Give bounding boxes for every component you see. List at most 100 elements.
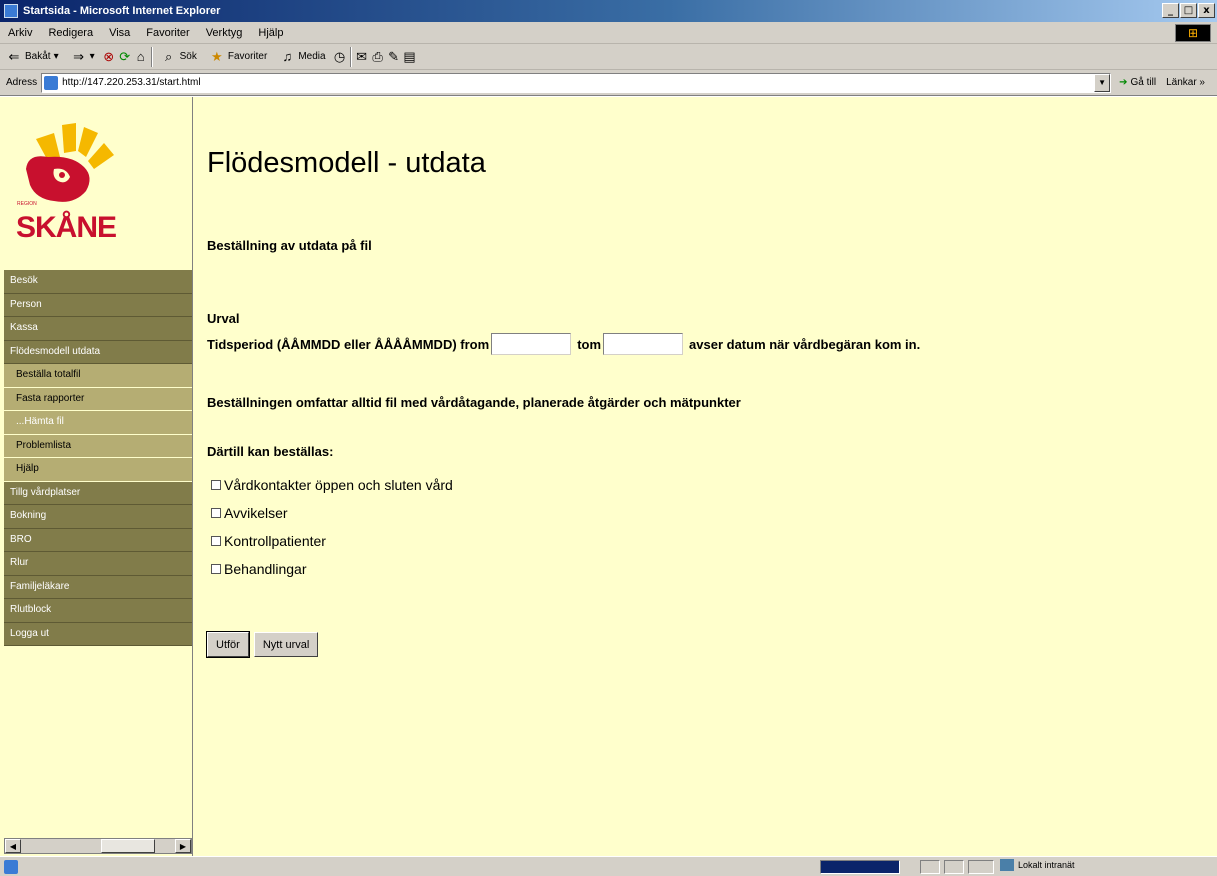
- scroll-thumb[interactable]: [101, 839, 155, 853]
- new-selection-button[interactable]: Nytt urval: [253, 632, 319, 657]
- ie-icon: [4, 4, 18, 18]
- back-label: Bakåt: [25, 51, 51, 62]
- window-title: Startsida - Microsoft Internet Explorer: [23, 5, 221, 17]
- nav-subitem-problemlista[interactable]: Problemlista: [4, 434, 192, 458]
- menu-item-arkiv[interactable]: Arkiv: [0, 27, 40, 39]
- option-avvikelser[interactable]: Avvikelser: [211, 499, 453, 527]
- nav-item-flodesmodell-utdata[interactable]: Flödesmodell utdata: [4, 340, 192, 364]
- nav-subitem-hjalp[interactable]: Hjälp: [4, 458, 192, 482]
- option-label: Avvikelser: [224, 505, 288, 521]
- favorites-button[interactable]: ★ Favoriter: [203, 49, 273, 65]
- home-icon[interactable]: ⌂: [133, 49, 149, 65]
- nav-item-rlur[interactable]: Rlur: [4, 552, 192, 576]
- tom-date-input[interactable]: [603, 333, 684, 355]
- security-zone: Lokalt intranät: [1000, 859, 1075, 871]
- edit-icon[interactable]: ✎: [386, 49, 402, 65]
- history-icon[interactable]: ◷: [332, 49, 348, 65]
- status-bar: Lokalt intranät: [0, 856, 1217, 876]
- go-button[interactable]: ➔ Gå till: [1111, 77, 1156, 88]
- additional-options-heading: Därtill kan beställas:: [207, 444, 334, 459]
- nav-item-bro[interactable]: BRO: [4, 528, 192, 552]
- refresh-icon[interactable]: ⟳: [117, 49, 133, 65]
- left-frame-horizontal-scrollbar[interactable]: ◀ ▶: [4, 838, 192, 854]
- nav-item-familjelakare[interactable]: Familjeläkare: [4, 575, 192, 599]
- additional-options-list: Vårdkontakter öppen och sluten vård Avvi…: [211, 471, 453, 583]
- back-arrow-icon: ⇐: [8, 48, 20, 64]
- forward-arrow-icon: ⇒: [73, 48, 85, 64]
- address-field[interactable]: http://147.220.253.31/start.html ▼: [41, 72, 1112, 93]
- nav-subitem-fasta-rapporter[interactable]: Fasta rapporter: [4, 387, 192, 411]
- nav-subitem-bestalla-totalfil[interactable]: Beställa totalfil: [4, 364, 192, 388]
- nav-item-logga-ut[interactable]: Logga ut: [4, 622, 192, 646]
- from-date-input[interactable]: [491, 333, 572, 355]
- tidsperiod-format: (ÅÅMMDD eller ÅÅÅÅMMDD): [276, 336, 457, 352]
- option-vardkontakter[interactable]: Vårdkontakter öppen och sluten vård: [211, 471, 453, 499]
- from-label: from: [460, 336, 490, 352]
- option-label: Behandlingar: [224, 561, 307, 577]
- progress-bar: [820, 860, 900, 874]
- nav-item-person[interactable]: Person: [4, 293, 192, 317]
- submit-button[interactable]: Utför: [206, 631, 250, 658]
- window-controls: _ □ x: [1162, 3, 1215, 18]
- print-icon[interactable]: ⎙: [370, 49, 386, 65]
- page-subtitle: Beställning av utdata på fil: [207, 238, 372, 253]
- option-label: Vårdkontakter öppen och sluten vård: [224, 477, 453, 493]
- nav-subitem-hamta-fil[interactable]: ...Hämta fil: [4, 411, 192, 435]
- search-button[interactable]: ⌕ Sök: [155, 49, 203, 65]
- nav-item-tillg-vardplatser[interactable]: Tillg vårdplatser: [4, 481, 192, 505]
- scroll-left-icon[interactable]: ◀: [5, 839, 21, 853]
- option-behandlingar[interactable]: Behandlingar: [211, 555, 453, 583]
- favorites-label: Favoriter: [227, 51, 268, 62]
- logo-skane-text: SKÅNE: [16, 211, 117, 244]
- maximize-button[interactable]: □: [1180, 3, 1197, 18]
- checkbox[interactable]: [211, 480, 221, 490]
- stop-icon[interactable]: ⊗: [101, 49, 117, 65]
- go-arrow-icon: ➔: [1119, 77, 1128, 88]
- left-navigation-frame: REGION SKÅNE Besök Person Kassa Flödesmo…: [0, 97, 193, 856]
- nav-item-rlutblock[interactable]: Rlutblock: [4, 599, 192, 623]
- minimize-button[interactable]: _: [1162, 3, 1179, 18]
- status-cell: [968, 860, 994, 874]
- search-icon: ⌕: [165, 48, 173, 64]
- links-button[interactable]: Länkar »: [1156, 77, 1205, 88]
- discuss-icon[interactable]: ▤: [402, 49, 418, 65]
- close-button[interactable]: x: [1198, 3, 1215, 18]
- region-skane-logo: REGION SKÅNE: [14, 119, 144, 249]
- main-content: Flödesmodell - utdata Beställning av utd…: [206, 97, 1207, 856]
- address-url[interactable]: http://147.220.253.31/start.html: [62, 77, 200, 88]
- page-status-icon: [4, 859, 18, 874]
- window-title-bar: Startsida - Microsoft Internet Explorer …: [0, 0, 1217, 22]
- checkbox[interactable]: [211, 564, 221, 574]
- checkbox[interactable]: [211, 508, 221, 518]
- favorites-icon: ★: [211, 48, 223, 64]
- address-dropdown-icon[interactable]: ▼: [1094, 73, 1111, 92]
- menu-item-hjalp[interactable]: Hjälp: [250, 27, 291, 39]
- back-button[interactable]: ⇐ Bakåt ▾: [0, 49, 65, 65]
- menu-item-visa[interactable]: Visa: [101, 27, 138, 39]
- nav-item-bokning[interactable]: Bokning: [4, 505, 192, 529]
- side-nav: Besök Person Kassa Flödesmodell utdata B…: [4, 270, 192, 646]
- media-button[interactable]: ♫ Media: [273, 49, 331, 65]
- progress-fill: [821, 861, 899, 873]
- tidsperiod-label: Tidsperiod: [207, 336, 274, 352]
- toolbar-separator: [349, 46, 352, 67]
- scroll-right-icon[interactable]: ▶: [175, 839, 191, 853]
- menu-item-favoriter[interactable]: Favoriter: [138, 27, 197, 39]
- tidsperiod-row: Tidsperiod (ÅÅMMDD eller ÅÅÅÅMMDD) from …: [207, 333, 920, 355]
- menu-bar: Arkiv Redigera Visa Favoriter Verktyg Hj…: [0, 22, 1217, 44]
- standard-toolbar: ⇐ Bakåt ▾ ⇒ ▾ ⊗ ⟳ ⌂ ⌕ Sök ★ Favoriter ♫ …: [0, 44, 1217, 70]
- urval-heading: Urval: [207, 311, 240, 326]
- search-label: Sök: [179, 51, 197, 62]
- forward-button[interactable]: ⇒ ▾: [65, 49, 101, 65]
- nav-item-kassa[interactable]: Kassa: [4, 317, 192, 341]
- menu-item-redigera[interactable]: Redigera: [40, 27, 101, 39]
- option-kontrollpatienter[interactable]: Kontrollpatienter: [211, 527, 453, 555]
- page-title: Flödesmodell - utdata: [207, 147, 486, 179]
- mail-icon[interactable]: ✉: [354, 49, 370, 65]
- checkbox[interactable]: [211, 536, 221, 546]
- media-icon: ♫: [282, 48, 293, 64]
- toolbar-separator: [150, 46, 153, 67]
- intranet-zone-icon: [1000, 859, 1014, 871]
- nav-item-besok[interactable]: Besök: [4, 270, 192, 294]
- menu-item-verktyg[interactable]: Verktyg: [198, 27, 251, 39]
